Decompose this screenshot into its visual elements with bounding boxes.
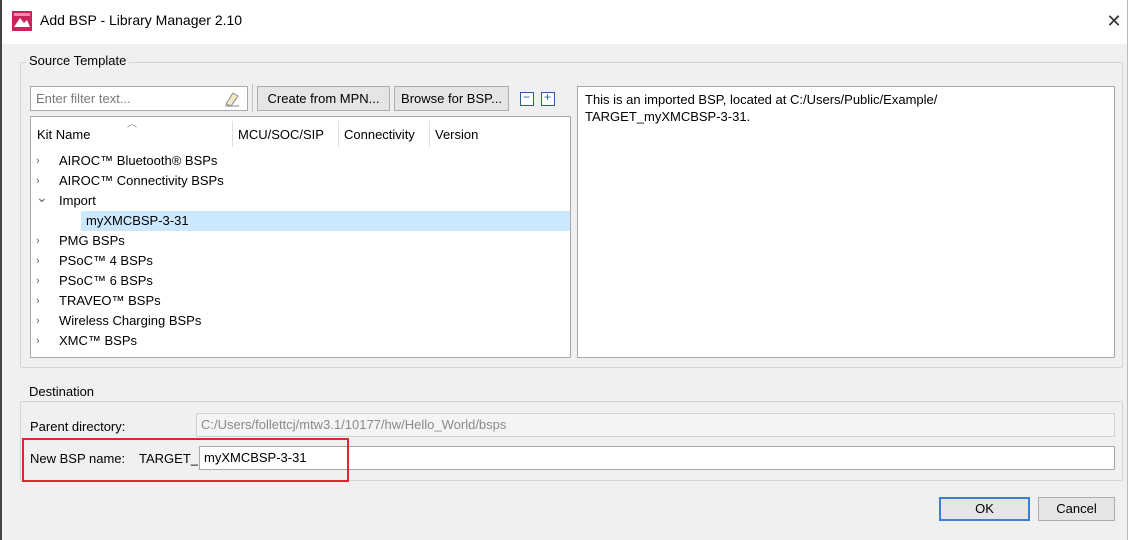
column-kit-name[interactable]: Kit Name — [37, 117, 90, 147]
tree-item-label: PSoC™ 4 BSPs — [59, 253, 153, 268]
tree-item-label: PSoC™ 6 BSPs — [59, 273, 153, 288]
column-separator — [429, 121, 430, 147]
browse-for-bsp-button[interactable]: Browse for BSP... — [394, 86, 509, 111]
collapse-all-icon[interactable]: − — [520, 90, 534, 106]
tree-item-wireless-charging[interactable]: › Wireless Charging BSPs — [31, 311, 570, 331]
tree-item-label: Import — [59, 193, 96, 208]
tree-item-label: PMG BSPs — [59, 233, 125, 248]
app-icon — [12, 11, 32, 31]
annotation-highlight — [22, 438, 349, 482]
collapse-all-glyph: − — [523, 90, 531, 104]
tree-item-label: XMC™ BSPs — [59, 333, 138, 348]
tree-item-airoc-bluetooth[interactable]: › AIROC™ Bluetooth® BSPs — [31, 151, 570, 171]
tree-item-label: Wireless Charging BSPs — [59, 313, 202, 328]
column-version[interactable]: Version — [435, 117, 478, 147]
create-from-mpn-button[interactable]: Create from MPN... — [257, 86, 390, 111]
tree-item-label: TRAVEO™ BSPs — [59, 293, 161, 308]
cancel-button[interactable]: Cancel — [1038, 497, 1115, 521]
eraser-icon[interactable] — [223, 90, 241, 108]
tree-item-label: myXMCBSP-3-31 — [86, 213, 189, 228]
tree-item-import[interactable]: ⌄ Import — [31, 189, 570, 211]
chevron-right-icon[interactable]: › — [36, 311, 50, 331]
chevron-down-icon[interactable]: ⌄ — [36, 187, 50, 207]
chevron-right-icon[interactable]: › — [36, 231, 50, 251]
tree-item-pmg[interactable]: › PMG BSPs — [31, 231, 570, 251]
tree-item-label: AIROC™ Bluetooth® BSPs — [59, 153, 218, 168]
source-template-label: Source Template — [26, 53, 130, 68]
parent-directory-field: C:/Users/follettcj/mtw3.1/10177/hw/Hello… — [196, 413, 1115, 437]
column-separator — [232, 121, 233, 147]
filter-placeholder: Enter filter text... — [36, 91, 131, 106]
chevron-right-icon[interactable]: › — [36, 291, 50, 311]
toolbar-separator — [252, 84, 253, 112]
chevron-right-icon[interactable]: › — [36, 151, 50, 171]
bsp-tree[interactable]: ︿ Kit Name MCU/SOC/SIP Connectivity Vers… — [30, 116, 571, 358]
tree-item-airoc-connectivity[interactable]: › AIROC™ Connectivity BSPs — [31, 171, 570, 191]
tree-item-traveo[interactable]: › TRAVEO™ BSPs — [31, 291, 570, 311]
destination-label: Destination — [26, 384, 98, 399]
chevron-right-icon[interactable]: › — [36, 251, 50, 271]
window-title: Add BSP - Library Manager 2.10 — [40, 12, 243, 28]
expand-all-glyph: + — [544, 90, 552, 104]
close-icon[interactable]: ✕ — [1100, 6, 1128, 36]
tree-item-myxmcbsp[interactable]: myXMCBSP-3-31 — [81, 211, 570, 231]
bsp-description: This is an imported BSP, located at C:/U… — [577, 86, 1115, 358]
tree-item-label: AIROC™ Connectivity BSPs — [59, 173, 224, 188]
tree-item-psoc4[interactable]: › PSoC™ 4 BSPs — [31, 251, 570, 271]
parent-directory-label: Parent directory: — [30, 419, 126, 434]
filter-input[interactable]: Enter filter text... — [30, 86, 248, 111]
tree-item-psoc6[interactable]: › PSoC™ 6 BSPs — [31, 271, 570, 291]
chevron-right-icon[interactable]: › — [36, 331, 50, 351]
column-mcu[interactable]: MCU/SOC/SIP — [238, 117, 324, 147]
ok-button[interactable]: OK — [939, 497, 1030, 521]
title-bar: Add BSP - Library Manager 2.10 ✕ — [0, 0, 1128, 44]
tree-item-xmc[interactable]: › XMC™ BSPs — [31, 331, 570, 351]
column-connectivity[interactable]: Connectivity — [344, 117, 415, 147]
chevron-right-icon[interactable]: › — [36, 271, 50, 291]
sort-indicator-icon: ︿ — [127, 119, 137, 130]
column-separator — [338, 121, 339, 147]
expand-all-icon[interactable]: + — [541, 90, 555, 106]
